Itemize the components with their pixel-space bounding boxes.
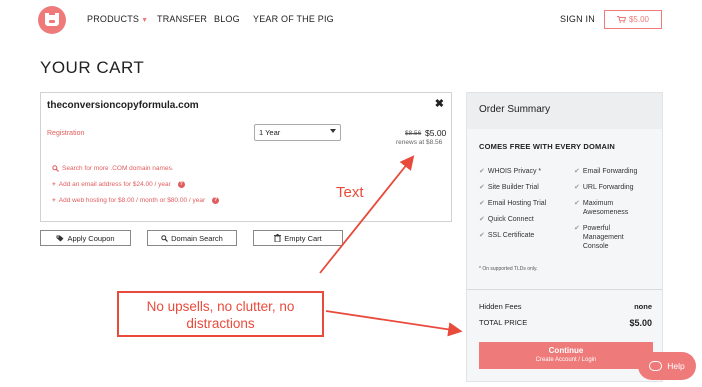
feature-item: ✔ SSL Certificate <box>479 231 534 240</box>
arrow-to-summary <box>325 310 463 337</box>
sign-in-link[interactable]: SIGN IN <box>560 14 595 24</box>
tld-note: * On supported TLDs only. <box>479 266 538 272</box>
nav-year-of-the-pig[interactable]: YEAR OF THE PIG <box>253 14 334 24</box>
free-features-title: COMES FREE WITH EVERY DOMAIN <box>479 142 616 151</box>
total-price-label: TOTAL PRICE <box>479 318 528 327</box>
check-icon: ✔ <box>479 232 485 239</box>
feature-label: Maximum Awesomeness <box>582 200 629 216</box>
upsell-text: Search for more .COM domain names. <box>62 165 174 172</box>
tag-icon <box>56 235 64 241</box>
check-icon: ✔ <box>479 184 485 191</box>
trash-icon <box>274 234 282 242</box>
check-icon: ✔ <box>574 184 580 191</box>
chevron-down-icon: ▼ <box>141 17 149 24</box>
search-icon <box>52 165 59 172</box>
cart-item: theconversioncopyformula.com ✖ Registrat… <box>40 92 452 222</box>
logo[interactable] <box>38 6 66 34</box>
feature-label: SSL Certificate <box>487 232 535 239</box>
nav-transfer[interactable]: TRANSFER <box>157 14 207 24</box>
site-header: PRODUCTS ▼ TRANSFER BLOG YEAR OF THE PIG … <box>0 0 702 40</box>
order-summary-title: Order Summary <box>467 93 662 129</box>
hidden-fees-label: Hidden Fees <box>479 302 522 311</box>
nav-products-label: PRODUCTS <box>87 14 140 24</box>
help-label: Help <box>667 361 685 371</box>
feature-label: Powerful Management Console <box>582 225 624 250</box>
check-icon: ✔ <box>574 225 580 232</box>
feature-item: ✔ Site Builder Trial <box>479 183 539 192</box>
continue-label: Continue <box>548 346 584 355</box>
cart-button[interactable]: $5.00 <box>604 10 662 29</box>
feature-label: Email Hosting Trial <box>487 200 547 207</box>
term-value: 1 Year <box>259 128 281 137</box>
renewal-price: renews at $8.56 <box>396 139 443 146</box>
check-icon: ✔ <box>479 200 485 207</box>
total-price-value: $5.00 <box>629 318 652 328</box>
feature-item: ✔ Email Hosting Trial <box>479 199 546 208</box>
original-price: $8.56 <box>405 130 422 137</box>
feature-label: URL Forwarding <box>582 184 634 191</box>
help-button[interactable]: Help <box>638 352 696 380</box>
feature-item: ✔ Maximum Awesomeness <box>574 199 644 217</box>
feature-label: Site Builder Trial <box>487 184 539 191</box>
term-select[interactable]: 1 Year <box>254 124 341 141</box>
feature-label: Email Forwarding <box>582 168 638 175</box>
plus-icon: + <box>52 197 56 204</box>
domain-search-button[interactable]: Domain Search <box>147 230 237 246</box>
remove-item-icon[interactable]: ✖ <box>435 97 444 110</box>
feature-item: ✔ Quick Connect <box>479 215 534 224</box>
continue-sublabel: Create Account / Login <box>535 357 597 363</box>
feature-label: WHOIS Privacy * <box>487 168 542 175</box>
check-icon: ✔ <box>479 216 485 223</box>
feature-item: ✔ URL Forwarding <box>574 183 634 192</box>
check-icon: ✔ <box>574 168 580 175</box>
upsell-text: Add web hosting for $8.00 / month or $80… <box>58 197 206 204</box>
page-title: YOUR CART <box>40 58 145 77</box>
apply-coupon-label: Apply Coupon <box>67 233 115 243</box>
check-icon: ✔ <box>479 168 485 175</box>
check-icon: ✔ <box>574 200 580 207</box>
nav-blog[interactable]: BLOG <box>214 14 240 24</box>
search-icon <box>161 234 169 242</box>
chat-bubble-icon <box>649 361 663 371</box>
annotation-label: Text <box>336 184 364 201</box>
feature-item: ✔ Email Forwarding <box>574 167 637 176</box>
feature-item: ✔ Powerful Management Console <box>574 224 642 251</box>
chevron-down-icon <box>330 129 336 133</box>
plus-icon: + <box>52 181 56 188</box>
nav-products[interactable]: PRODUCTS ▼ <box>87 14 148 24</box>
annotation-callout: No upsells, no clutter, no distractions <box>117 291 324 337</box>
add-email-link[interactable]: + Add an email address for $24.00 / year… <box>52 181 185 188</box>
divider <box>467 289 662 290</box>
domain-name: theconversioncopyformula.com <box>47 100 199 111</box>
order-summary: Order Summary COMES FREE WITH EVERY DOMA… <box>466 92 663 382</box>
current-price: $5.00 <box>425 128 447 138</box>
upsell-text: Add an email address for $24.00 / year <box>58 181 171 188</box>
empty-cart-button[interactable]: Empty Cart <box>253 230 343 246</box>
empty-cart-label: Empty Cart <box>284 233 322 243</box>
add-hosting-link[interactable]: + Add web hosting for $8.00 / month or $… <box>52 197 220 204</box>
continue-button[interactable]: Continue Create Account / Login <box>479 342 653 369</box>
pig-icon <box>45 13 59 26</box>
feature-label: Quick Connect <box>487 216 534 223</box>
apply-coupon-button[interactable]: Apply Coupon <box>40 230 131 246</box>
domain-search-label: Domain Search <box>171 233 223 243</box>
hidden-fees-value: none <box>634 302 652 311</box>
cart-icon <box>616 16 626 23</box>
help-icon[interactable]: ? <box>177 181 185 188</box>
help-icon[interactable]: ? <box>212 197 220 204</box>
cart-total: $5.00 <box>628 15 650 24</box>
feature-item: ✔ WHOIS Privacy * <box>479 167 541 176</box>
search-more-link[interactable]: Search for more .COM domain names. <box>52 165 174 172</box>
registration-label: Registration <box>47 130 85 137</box>
